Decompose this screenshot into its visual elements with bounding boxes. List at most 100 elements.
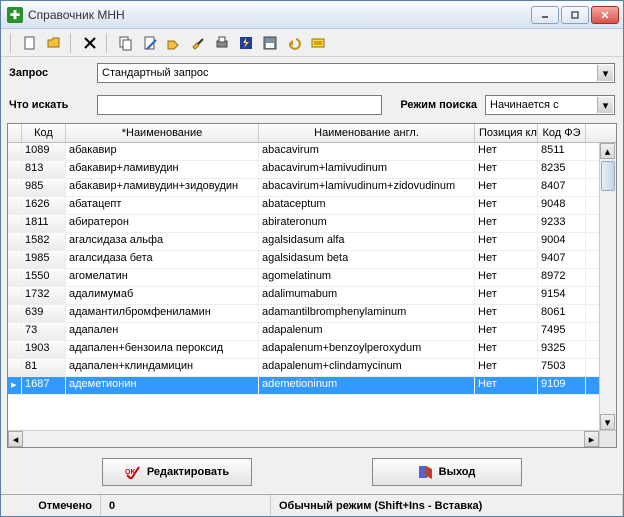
edit-button-label: Редактировать [147, 466, 229, 478]
grid-body[interactable]: 1089абакавирabacavirumНет8511813абакавир… [8, 143, 616, 430]
col-name[interactable]: *Наименование [66, 124, 259, 142]
row-marker [8, 143, 22, 160]
table-row[interactable]: 73адапаленadapalenumНет7495 [8, 323, 616, 341]
table-row[interactable]: ▸1687адеметионинademetioninumНет9109 [8, 377, 616, 395]
cell-name: адапален+бензоила пероксид [66, 341, 259, 358]
status-marked-count: 0 [101, 495, 271, 516]
exit-button[interactable]: Выход [372, 458, 522, 486]
grid-header: Код *Наименование Наименование англ. Поз… [8, 124, 616, 143]
cell-fe: 7495 [538, 323, 586, 340]
titlebar: ✚ Справочник МНН [1, 1, 623, 29]
cell-pos: Нет [475, 251, 538, 268]
cell-pos: Нет [475, 179, 538, 196]
table-row[interactable]: 1985агалсидаза бетаagalsidasum betaНет94… [8, 251, 616, 269]
cell-eng: abacavirum+lamivudinum [259, 161, 475, 178]
cell-code: 1089 [22, 143, 66, 160]
cell-fe: 9109 [538, 377, 586, 394]
mode-combo[interactable]: Начинается с ▾ [485, 95, 615, 115]
toolbar [1, 29, 623, 57]
undo-icon[interactable] [283, 32, 305, 54]
print-icon[interactable] [211, 32, 233, 54]
col-fe[interactable]: Код ФЭ [538, 124, 586, 142]
cell-name: адапален+клиндамицин [66, 359, 259, 376]
scroll-thumb[interactable] [601, 161, 615, 191]
table-row[interactable]: 1732адалимумабadalimumabumНет9154 [8, 287, 616, 305]
cell-code: 81 [22, 359, 66, 376]
brush-icon[interactable] [187, 32, 209, 54]
search-row: Что искать Режим поиска Начинается с ▾ [1, 89, 623, 121]
cell-code: 639 [22, 305, 66, 322]
table-row[interactable]: 639адамантилбромфениламинadamantilbromph… [8, 305, 616, 323]
request-row: Запрос Стандартный запрос ▾ [1, 57, 623, 89]
cell-eng: abataceptum [259, 197, 475, 214]
table-row[interactable]: 81адапален+клиндамицинadapalenum+clindam… [8, 359, 616, 377]
cell-fe: 8511 [538, 143, 586, 160]
cell-code: 1811 [22, 215, 66, 232]
tag-icon[interactable] [163, 32, 185, 54]
maximize-button[interactable] [561, 6, 589, 24]
search-input[interactable] [97, 95, 382, 115]
cell-code: 1985 [22, 251, 66, 268]
data-grid: Код *Наименование Наименование англ. Поз… [7, 123, 617, 448]
flash-icon[interactable] [235, 32, 257, 54]
cell-pos: Нет [475, 197, 538, 214]
table-row[interactable]: 813абакавир+ламивудинabacavirum+lamivudi… [8, 161, 616, 179]
table-row[interactable]: 1811абиратеронabirateronumНет9233 [8, 215, 616, 233]
cell-eng: ademetioninum [259, 377, 475, 394]
cell-code: 1732 [22, 287, 66, 304]
table-row[interactable]: 1089абакавирabacavirumНет8511 [8, 143, 616, 161]
button-row: OK Редактировать Выход [1, 450, 623, 494]
cell-fe: 9048 [538, 197, 586, 214]
table-row[interactable]: 1626абатацептabataceptumНет9048 [8, 197, 616, 215]
request-label: Запрос [9, 67, 89, 79]
row-marker [8, 179, 22, 196]
request-combo[interactable]: Стандартный запрос ▾ [97, 63, 615, 83]
cell-code: 1626 [22, 197, 66, 214]
col-code[interactable]: Код [22, 124, 66, 142]
table-row[interactable]: 1582агалсидаза альфаagalsidasum alfaНет9… [8, 233, 616, 251]
delete-icon[interactable] [79, 32, 101, 54]
help-icon[interactable] [307, 32, 329, 54]
horizontal-scrollbar[interactable]: ◂ ▸ [8, 430, 616, 447]
close-button[interactable] [591, 6, 619, 24]
exit-icon [419, 465, 433, 479]
row-marker [8, 359, 22, 376]
row-marker [8, 233, 22, 250]
mode-value: Начинается с [490, 99, 559, 111]
cell-eng: agomelatinum [259, 269, 475, 286]
scroll-right-icon[interactable]: ▸ [584, 431, 599, 447]
status-marked-label: Отмечено [1, 495, 101, 516]
scroll-left-icon[interactable]: ◂ [8, 431, 23, 447]
cell-pos: Нет [475, 287, 538, 304]
open-icon[interactable] [43, 32, 65, 54]
cell-fe: 9325 [538, 341, 586, 358]
scroll-up-icon[interactable]: ▴ [600, 143, 615, 159]
table-row[interactable]: 985абакавир+ламивудин+зидовудинabacaviru… [8, 179, 616, 197]
cell-pos: Нет [475, 305, 538, 322]
vertical-scrollbar[interactable]: ▴ ▾ [599, 143, 616, 430]
cell-fe: 8407 [538, 179, 586, 196]
paste-icon[interactable] [139, 32, 161, 54]
search-label: Что искать [9, 99, 89, 111]
minimize-button[interactable] [531, 6, 559, 24]
cell-eng: adalimumabum [259, 287, 475, 304]
col-selector[interactable] [8, 124, 22, 142]
edit-button[interactable]: OK Редактировать [102, 458, 252, 486]
scroll-down-icon[interactable]: ▾ [600, 414, 615, 430]
new-icon[interactable] [19, 32, 41, 54]
table-row[interactable]: 1903адапален+бензоила пероксидadapalenum… [8, 341, 616, 359]
col-pos[interactable]: Позиция кл [475, 124, 538, 142]
cell-fe: 9154 [538, 287, 586, 304]
cell-name: абакавир+ламивудин+зидовудин [66, 179, 259, 196]
cell-pos: Нет [475, 233, 538, 250]
copy-icon[interactable] [115, 32, 137, 54]
cell-name: абатацепт [66, 197, 259, 214]
row-marker [8, 323, 22, 340]
save-icon[interactable] [259, 32, 281, 54]
col-eng[interactable]: Наименование англ. [259, 124, 475, 142]
row-marker [8, 287, 22, 304]
cell-name: абакавир+ламивудин [66, 161, 259, 178]
request-value: Стандартный запрос [102, 67, 209, 79]
cell-fe: 9004 [538, 233, 586, 250]
table-row[interactable]: 1550агомелатинagomelatinumНет8972 [8, 269, 616, 287]
